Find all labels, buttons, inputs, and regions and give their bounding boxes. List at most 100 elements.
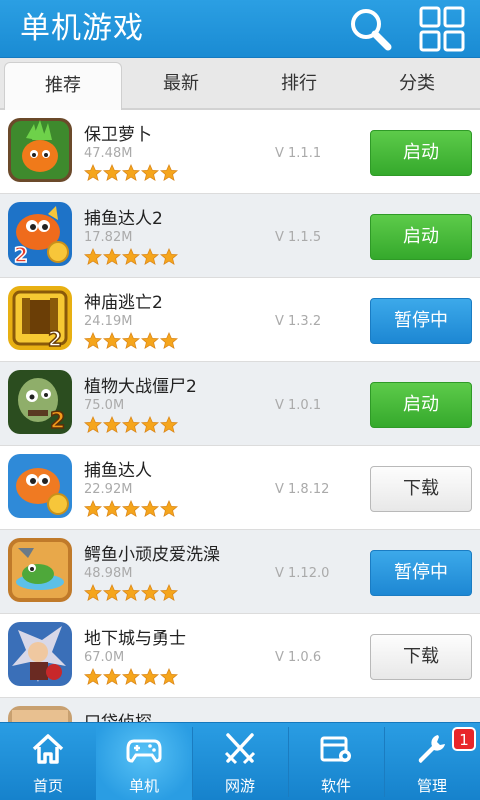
app-size: 48.98M <box>84 566 133 581</box>
launch-button[interactable]: 启动 <box>370 214 472 260</box>
star-icon <box>122 164 140 181</box>
star-icon <box>160 332 178 349</box>
list-item[interactable]: 2 植物大战僵尸2 75.0M V 1.0.1 启动 <box>0 362 480 446</box>
rating-stars <box>84 416 179 436</box>
dungeon-fighter-icon <box>8 622 72 686</box>
list-item[interactable]: 2 神庙逃亡2 24.19M V 1.3.2 暂停中 <box>0 278 480 362</box>
tab-categories[interactable]: 分类 <box>358 58 476 110</box>
star-icon <box>160 500 178 517</box>
app-name: 捕鱼达人 <box>84 461 152 481</box>
crossed-swords-icon <box>224 733 256 765</box>
pause-button[interactable]: 暂停中 <box>370 550 472 596</box>
fishing-game-icon: 2 <box>8 202 72 266</box>
pause-button[interactable]: 暂停中 <box>370 298 472 344</box>
star-icon <box>122 248 140 265</box>
category-tabs: 推荐 最新 排行 分类 <box>0 58 480 111</box>
app-size: 75.0M <box>84 398 125 413</box>
notification-badge: 1 <box>452 727 476 751</box>
star-icon <box>84 668 102 685</box>
tab-latest[interactable]: 最新 <box>122 58 240 110</box>
star-icon <box>141 248 159 265</box>
app-size: 47.48M <box>84 146 133 161</box>
list-item[interactable]: 2 捕鱼达人2 17.82M V 1.1.5 启动 <box>0 194 480 278</box>
rating-stars <box>84 248 179 268</box>
nav-label: 单机 <box>128 777 159 795</box>
app-name: 地下城与勇士 <box>84 629 186 649</box>
nav-home[interactable]: 首页 <box>0 723 96 800</box>
launch-button[interactable]: 启动 <box>370 382 472 428</box>
star-icon <box>141 332 159 349</box>
plants-vs-zombies-icon: 2 <box>8 370 72 434</box>
app-list: 保卫萝卜 47.48M V 1.1.1 启动 2 捕鱼达人2 17.82M V … <box>0 110 480 722</box>
star-icon <box>141 584 159 601</box>
star-icon <box>122 668 140 685</box>
star-icon <box>141 416 159 433</box>
app-header: 单机游戏 <box>0 0 480 58</box>
temple-run-icon: 2 <box>8 286 72 350</box>
rating-stars <box>84 584 179 604</box>
star-icon <box>160 668 178 685</box>
star-icon <box>103 668 121 685</box>
grid-icon[interactable] <box>416 4 468 54</box>
gamepad-icon <box>126 739 162 763</box>
wrench-icon <box>418 735 445 763</box>
app-name: 神庙逃亡2 <box>84 293 163 313</box>
home-icon <box>32 734 64 764</box>
star-icon <box>122 416 140 433</box>
software-icon <box>320 736 351 762</box>
svg-text:2: 2 <box>50 409 65 434</box>
app-version: V 1.1.1 <box>275 146 322 161</box>
app-version: V 1.1.5 <box>275 230 322 245</box>
app-version: V 1.0.6 <box>275 650 322 665</box>
star-icon <box>84 248 102 265</box>
rating-stars <box>84 332 179 352</box>
tab-recommended[interactable]: 推荐 <box>4 62 122 111</box>
download-button[interactable]: 下载 <box>370 634 472 680</box>
star-icon <box>103 164 121 181</box>
app-size: 67.0M <box>84 650 125 665</box>
list-item[interactable]: 地下城与勇士 67.0M V 1.0.6 下载 <box>0 614 480 698</box>
page-title: 单机游戏 <box>20 11 144 46</box>
nav-label: 管理 <box>416 777 447 795</box>
app-size: 22.92M <box>84 482 133 497</box>
star-icon <box>103 416 121 433</box>
star-icon <box>122 500 140 517</box>
svg-text:2: 2 <box>14 243 28 266</box>
nav-single-player[interactable]: 单机 <box>96 723 192 800</box>
star-icon <box>122 584 140 601</box>
crocodile-game-icon <box>8 538 72 602</box>
nav-label: 首页 <box>32 777 63 795</box>
app-name: 捕鱼达人2 <box>84 209 163 229</box>
star-icon <box>103 248 121 265</box>
app-name: 植物大战僵尸2 <box>84 377 197 397</box>
star-icon <box>84 332 102 349</box>
launch-button[interactable]: 启动 <box>370 130 472 176</box>
nav-online-games[interactable]: 网游 <box>192 723 288 800</box>
svg-text:2: 2 <box>48 327 62 350</box>
star-icon <box>103 332 121 349</box>
app-size: 24.19M <box>84 314 133 329</box>
download-button[interactable]: 下载 <box>370 466 472 512</box>
carrot-game-icon <box>8 118 72 182</box>
search-icon[interactable] <box>344 4 396 54</box>
star-icon <box>141 500 159 517</box>
nav-software[interactable]: 软件 <box>288 723 384 800</box>
star-icon <box>122 332 140 349</box>
app-version: V 1.3.2 <box>275 314 322 329</box>
list-item[interactable]: 保卫萝卜 47.48M V 1.1.1 启动 <box>0 110 480 194</box>
app-size: 17.82M <box>84 230 133 245</box>
list-item[interactable]: 鳄鱼小顽皮爱洗澡 48.98M V 1.12.0 暂停中 <box>0 530 480 614</box>
app-name: 口袋侦探 <box>84 708 152 722</box>
app-version: V 1.0.1 <box>275 398 322 413</box>
rating-stars <box>84 500 179 520</box>
star-icon <box>160 164 178 181</box>
app-name: 鳄鱼小顽皮爱洗澡 <box>84 545 220 565</box>
list-item[interactable]: 口袋侦探 <box>0 698 480 722</box>
bottom-nav: 首页 单机 网游 软件 管理 <box>0 722 480 800</box>
rating-stars <box>84 164 179 184</box>
star-icon <box>84 416 102 433</box>
list-item[interactable]: 捕鱼达人 22.92M V 1.8.12 下载 <box>0 446 480 530</box>
pocket-detective-icon <box>8 706 72 722</box>
tab-ranking[interactable]: 排行 <box>240 58 358 110</box>
star-icon <box>103 584 121 601</box>
